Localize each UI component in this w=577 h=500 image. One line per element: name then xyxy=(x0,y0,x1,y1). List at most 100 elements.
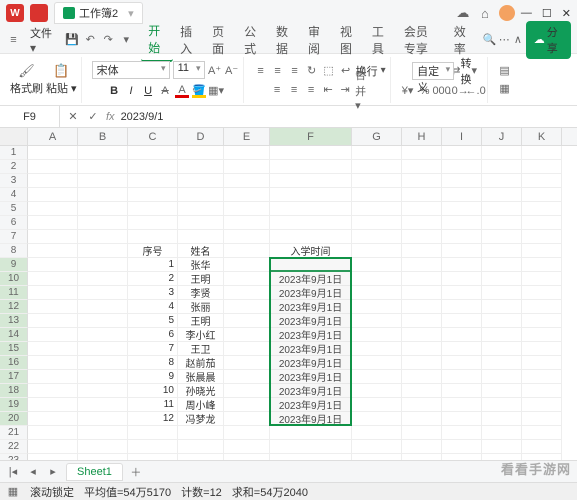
cell[interactable] xyxy=(522,146,562,160)
cell[interactable] xyxy=(402,440,442,454)
cell[interactable] xyxy=(482,300,522,314)
row-header[interactable]: 18 xyxy=(0,384,28,398)
cancel-formula-icon[interactable]: ✕ xyxy=(66,110,80,124)
cell[interactable] xyxy=(352,342,402,356)
cell[interactable] xyxy=(402,202,442,216)
cell[interactable] xyxy=(352,216,402,230)
cell[interactable] xyxy=(482,188,522,202)
cell[interactable] xyxy=(442,216,482,230)
cell[interactable] xyxy=(522,272,562,286)
cell[interactable] xyxy=(28,146,78,160)
cell[interactable] xyxy=(402,258,442,272)
cell[interactable] xyxy=(482,202,522,216)
cell[interactable] xyxy=(482,286,522,300)
cell[interactable] xyxy=(482,146,522,160)
cell[interactable] xyxy=(224,174,270,188)
merge-icon[interactable]: ⬚ xyxy=(322,64,336,78)
cell[interactable] xyxy=(28,300,78,314)
cell[interactable] xyxy=(402,412,442,426)
cell[interactable] xyxy=(482,258,522,272)
cell[interactable] xyxy=(352,272,402,286)
cell[interactable]: 5 xyxy=(128,314,178,328)
share-button[interactable]: ☁ 分享 xyxy=(526,21,571,59)
cell[interactable] xyxy=(402,272,442,286)
select-all-corner[interactable] xyxy=(0,128,28,145)
indent-dec-icon[interactable]: ⇤ xyxy=(321,83,335,97)
menu-tab-公式[interactable]: 公式 xyxy=(237,19,269,61)
cell[interactable] xyxy=(352,356,402,370)
cell[interactable] xyxy=(28,188,78,202)
cell[interactable] xyxy=(442,412,482,426)
cell[interactable] xyxy=(522,426,562,440)
cell[interactable]: 6 xyxy=(128,328,178,342)
align-bottom-icon[interactable]: ≡ xyxy=(288,64,302,78)
cell[interactable] xyxy=(442,244,482,258)
cell[interactable]: 2023年9月1日 xyxy=(270,356,352,370)
menu-tab-会员专享[interactable]: 会员专享 xyxy=(397,19,447,61)
cell[interactable] xyxy=(224,202,270,216)
dec-dec-icon[interactable]: ←.0 xyxy=(469,84,483,98)
cell[interactable] xyxy=(78,272,128,286)
cell[interactable] xyxy=(402,160,442,174)
cell[interactable] xyxy=(224,384,270,398)
cell[interactable] xyxy=(78,314,128,328)
cell[interactable] xyxy=(28,440,78,454)
cell[interactable] xyxy=(270,440,352,454)
italic-icon[interactable]: I xyxy=(124,84,138,98)
row-header[interactable]: 11 xyxy=(0,286,28,300)
col-header-J[interactable]: J xyxy=(482,128,522,145)
cell[interactable] xyxy=(482,174,522,188)
cell[interactable]: 11 xyxy=(128,398,178,412)
cell[interactable] xyxy=(522,342,562,356)
row-header[interactable]: 13 xyxy=(0,314,28,328)
cell[interactable] xyxy=(178,146,224,160)
cell[interactable] xyxy=(402,426,442,440)
cell[interactable]: 张晨晨 xyxy=(178,370,224,384)
cell[interactable] xyxy=(224,356,270,370)
font-name-select[interactable]: 宋体 xyxy=(92,61,170,79)
cell[interactable] xyxy=(352,412,402,426)
cell[interactable] xyxy=(128,440,178,454)
cell[interactable]: 王明 xyxy=(178,272,224,286)
cell[interactable] xyxy=(224,258,270,272)
align-left-icon[interactable]: ≡ xyxy=(270,83,284,97)
decrease-font-icon[interactable]: A⁻ xyxy=(225,63,239,77)
cell[interactable] xyxy=(352,328,402,342)
cell[interactable] xyxy=(482,342,522,356)
cell[interactable] xyxy=(128,188,178,202)
cell[interactable] xyxy=(402,384,442,398)
cell[interactable]: 2023年9月1日 xyxy=(270,286,352,300)
cell[interactable] xyxy=(28,412,78,426)
cell[interactable]: 2023年9月1日 xyxy=(270,272,352,286)
cell[interactable] xyxy=(178,216,224,230)
cell-styles-icon[interactable]: ▦ xyxy=(498,82,512,96)
cell[interactable] xyxy=(78,300,128,314)
cell[interactable] xyxy=(522,258,562,272)
cell[interactable] xyxy=(352,258,402,272)
cell[interactable] xyxy=(482,244,522,258)
cell[interactable] xyxy=(28,426,78,440)
cell[interactable] xyxy=(402,314,442,328)
cell[interactable] xyxy=(78,202,128,216)
cell[interactable] xyxy=(128,160,178,174)
cell[interactable] xyxy=(28,202,78,216)
cell[interactable] xyxy=(28,370,78,384)
home-icon[interactable]: ⌂ xyxy=(477,5,493,21)
first-sheet-icon[interactable]: |◂ xyxy=(6,465,20,479)
cell[interactable]: 入学时间 xyxy=(270,244,352,258)
cell[interactable] xyxy=(522,314,562,328)
cell[interactable] xyxy=(482,398,522,412)
cell[interactable] xyxy=(78,342,128,356)
sheet-tab-active[interactable]: Sheet1 xyxy=(66,463,123,481)
cell[interactable] xyxy=(28,244,78,258)
cell[interactable] xyxy=(224,146,270,160)
maximize-button[interactable]: ☐ xyxy=(542,7,552,20)
cell[interactable] xyxy=(442,300,482,314)
cell[interactable]: 2023年9月1日 xyxy=(270,412,352,426)
col-header-A[interactable]: A xyxy=(28,128,78,145)
cell[interactable] xyxy=(224,328,270,342)
menu-tab-插入[interactable]: 插入 xyxy=(173,19,205,61)
cell[interactable]: 7 xyxy=(128,342,178,356)
col-header-H[interactable]: H xyxy=(402,128,442,145)
cell[interactable] xyxy=(128,230,178,244)
